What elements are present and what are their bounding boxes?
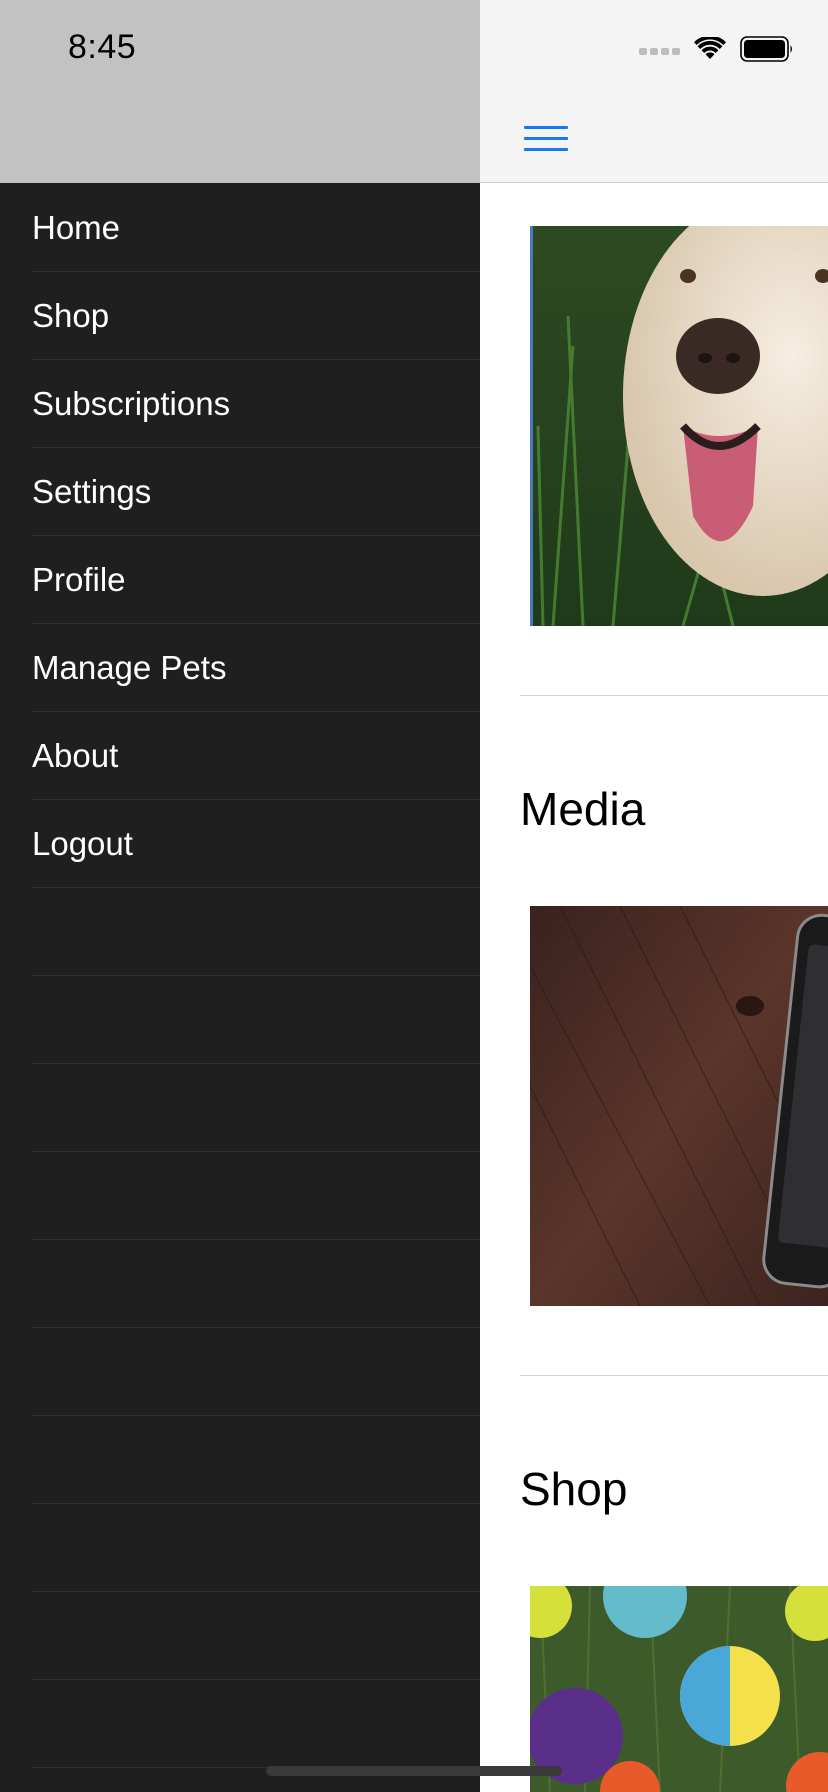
hamburger-menu-icon[interactable] bbox=[524, 126, 568, 152]
menu-item-label: Logout bbox=[32, 824, 133, 862]
menu-item-profile[interactable]: Profile bbox=[32, 536, 480, 624]
main-content: Media Shop bbox=[480, 0, 828, 1792]
home-indicator[interactable] bbox=[266, 1766, 562, 1776]
menu-status-bar: 8:45 bbox=[0, 0, 480, 183]
menu-empty-row bbox=[32, 1504, 480, 1592]
menu-item-settings[interactable]: Settings bbox=[32, 448, 480, 536]
menu-empty-row bbox=[32, 1416, 480, 1504]
menu-empty-row bbox=[32, 1680, 480, 1768]
menu-empty-row bbox=[32, 976, 480, 1064]
dog-photo[interactable] bbox=[530, 226, 828, 626]
section-divider bbox=[520, 1375, 828, 1376]
menu-item-label: Profile bbox=[32, 560, 126, 598]
menu-item-home[interactable]: Home bbox=[32, 184, 480, 272]
media-photo[interactable] bbox=[530, 906, 828, 1306]
menu-item-label: Settings bbox=[32, 472, 152, 510]
navigation-bar bbox=[480, 0, 828, 183]
menu-empty-row bbox=[32, 1592, 480, 1680]
menu-empty-row bbox=[32, 888, 480, 976]
battery-icon bbox=[740, 36, 794, 67]
menu-item-label: Home bbox=[32, 208, 121, 246]
section-title-shop: Shop bbox=[520, 1463, 628, 1515]
cellular-signal-icon bbox=[639, 48, 680, 55]
menu-empty-row bbox=[32, 1152, 480, 1240]
section-divider bbox=[520, 695, 828, 696]
menu-item-shop[interactable]: Shop bbox=[32, 272, 480, 360]
menu-list: Home Shop Subscriptions Settings Profile… bbox=[0, 184, 480, 1768]
status-time: 8:45 bbox=[68, 28, 137, 66]
menu-item-label: About bbox=[32, 736, 119, 774]
status-indicators bbox=[639, 35, 794, 67]
menu-item-about[interactable]: About bbox=[32, 712, 480, 800]
menu-item-label: Manage Pets bbox=[32, 648, 227, 686]
menu-item-logout[interactable]: Logout bbox=[32, 800, 480, 888]
menu-empty-row bbox=[32, 1328, 480, 1416]
wifi-icon bbox=[694, 35, 726, 66]
section-title-media: Media bbox=[520, 783, 646, 835]
menu-item-label: Subscriptions bbox=[32, 384, 231, 422]
side-menu: 8:45 Home Shop Subscriptions Settings Pr… bbox=[0, 0, 480, 1792]
menu-item-label: Shop bbox=[32, 296, 110, 334]
menu-item-manage-pets[interactable]: Manage Pets bbox=[32, 624, 480, 712]
menu-item-subscriptions[interactable]: Subscriptions bbox=[32, 360, 480, 448]
menu-empty-row bbox=[32, 1064, 480, 1152]
shop-photo[interactable] bbox=[530, 1586, 828, 1792]
menu-empty-row bbox=[32, 1240, 480, 1328]
